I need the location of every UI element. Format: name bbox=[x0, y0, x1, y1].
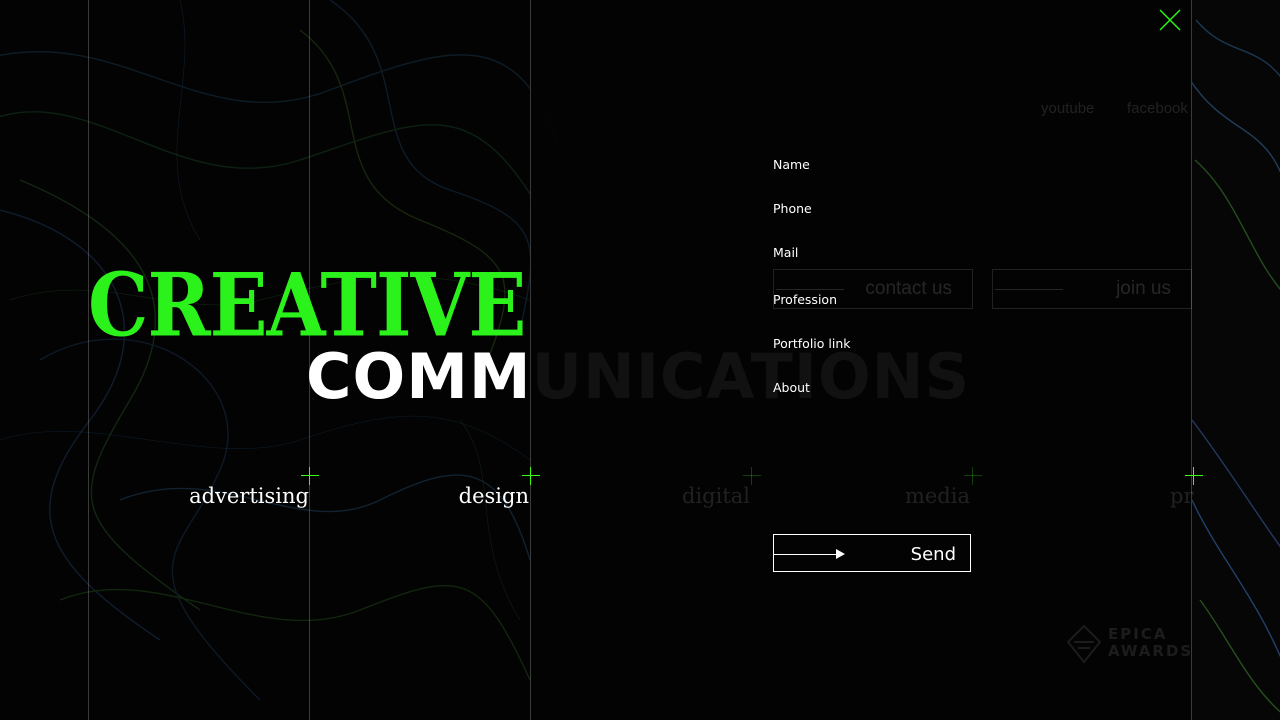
social-link-facebook[interactable]: facebook bbox=[1127, 100, 1188, 117]
epica-awards-logo: EPICA AWARDS bbox=[1066, 624, 1196, 664]
epica-awards-text: EPICA AWARDS bbox=[1108, 626, 1193, 660]
logo-line-1: EPICA bbox=[1108, 625, 1168, 643]
name-label: Name bbox=[773, 157, 810, 172]
arrow-right-icon bbox=[774, 554, 838, 555]
service-link-digital[interactable]: digital bbox=[682, 484, 750, 508]
grid-line bbox=[1191, 0, 1192, 720]
profession-label: Profession bbox=[773, 292, 837, 307]
close-icon bbox=[1159, 9, 1181, 31]
profession-input[interactable] bbox=[773, 307, 1191, 337]
about-textarea[interactable] bbox=[773, 400, 1191, 500]
mail-input[interactable] bbox=[773, 260, 1191, 290]
send-button-label: Send bbox=[910, 544, 956, 565]
logo-line-2: AWARDS bbox=[1108, 642, 1194, 660]
crosshair-icon bbox=[522, 467, 540, 485]
mail-label: Mail bbox=[773, 245, 799, 260]
phone-input[interactable] bbox=[773, 216, 1191, 246]
service-link-advertising[interactable]: advertising bbox=[189, 484, 309, 508]
arrow-head-icon bbox=[836, 549, 845, 559]
social-link-youtube[interactable]: youtube bbox=[1041, 100, 1094, 117]
name-input[interactable] bbox=[773, 172, 1191, 202]
send-button[interactable]: Send bbox=[773, 534, 971, 572]
portfolio-link-input[interactable] bbox=[773, 351, 1191, 381]
portfolio-link-label: Portfolio link bbox=[773, 336, 851, 351]
grid-line bbox=[88, 0, 89, 720]
about-label: About bbox=[773, 380, 810, 395]
phone-label: Phone bbox=[773, 201, 812, 216]
headline-communications-visible: COMM bbox=[306, 340, 532, 413]
service-link-design[interactable]: design bbox=[459, 484, 529, 508]
crosshair-icon bbox=[743, 467, 761, 485]
epica-logo-icon bbox=[1066, 624, 1102, 664]
close-button[interactable] bbox=[1158, 8, 1182, 32]
crosshair-icon bbox=[301, 467, 319, 485]
